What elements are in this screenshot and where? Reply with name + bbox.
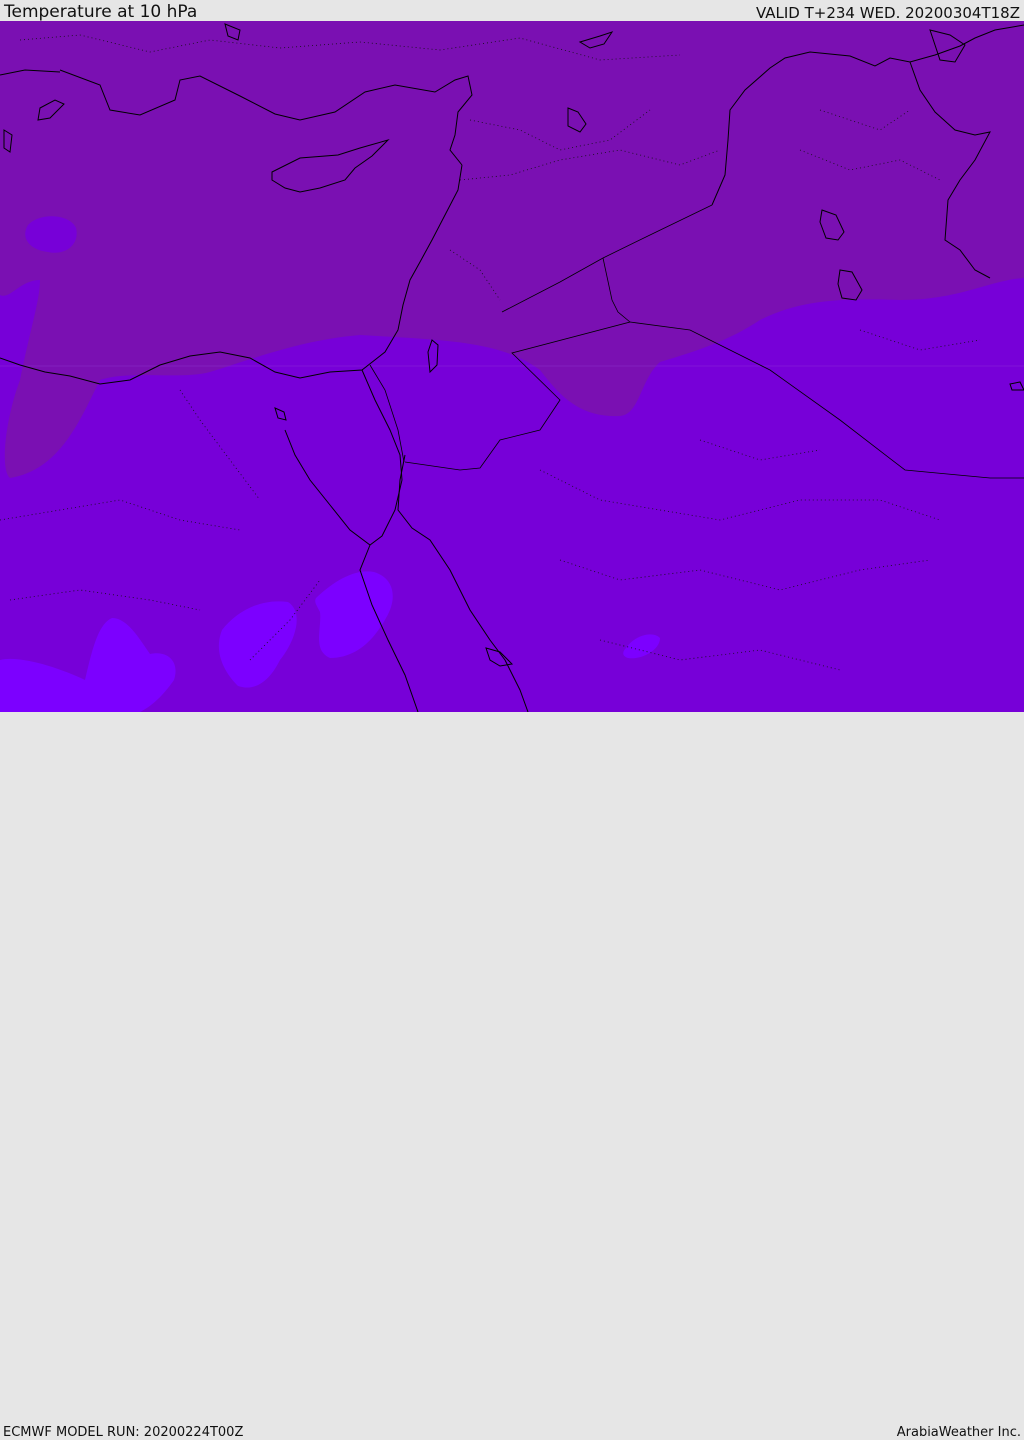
model-run-label: ECMWF MODEL RUN: 20200224T00Z xyxy=(3,1425,244,1440)
credit-label: ArabiaWeather Inc. xyxy=(896,1425,1021,1440)
footer-bar: ECMWF MODEL RUN: 20200224T00Z ArabiaWeat… xyxy=(0,712,1024,1440)
weather-map[interactable] xyxy=(0,21,1024,712)
header-bar: Temperature at 10 hPa VALID T+234 WED. 2… xyxy=(0,0,1024,21)
valid-time: VALID T+234 WED. 20200304T18Z xyxy=(755,4,1020,22)
map-title: Temperature at 10 hPa xyxy=(4,2,198,22)
